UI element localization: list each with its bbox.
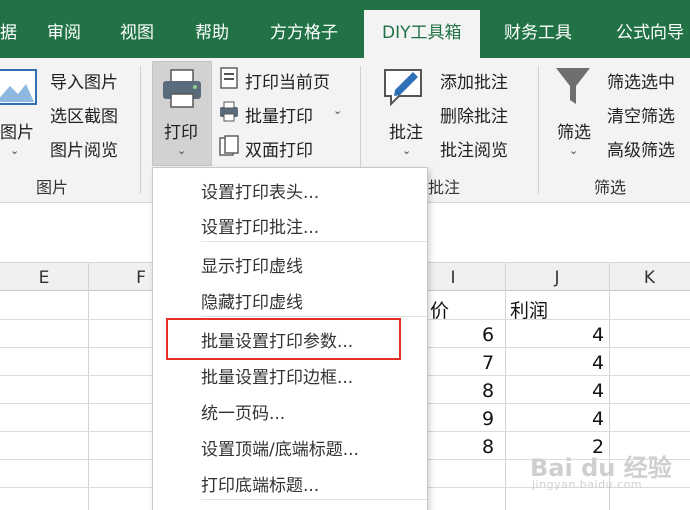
baidu-jingyan-watermark: Bai du 经验 jingyan.baidu.com [530, 448, 672, 491]
cell-header-profit[interactable]: 利润 [510, 296, 548, 323]
delete-comment-button[interactable]: 删除批注 [440, 102, 508, 127]
table-cell[interactable]: 8 [482, 380, 494, 402]
chevron-down-icon: ⌄ [569, 144, 579, 157]
filter-button[interactable]: 筛选 [557, 118, 591, 143]
advanced-filter-button[interactable]: 高级筛选 [607, 136, 675, 161]
chevron-down-icon: ⌄ [10, 144, 20, 157]
group-separator [538, 66, 539, 194]
tab-finance-tools[interactable]: 财务工具 [504, 0, 572, 58]
import-picture-icon [20, 68, 36, 84]
region-screenshot-button[interactable]: 选区截图 [50, 102, 118, 127]
menu-item-hide-print-lines[interactable]: 隐藏打印虚线 [201, 288, 303, 313]
duplex-print-button[interactable]: 双面打印 [245, 136, 313, 161]
table-cell[interactable]: 8 [482, 436, 494, 458]
menu-item-unify-page-numbers[interactable]: 统一页码... [201, 399, 285, 424]
column-header-i[interactable]: I [428, 263, 478, 291]
table-cell[interactable]: 4 [592, 352, 604, 374]
tab-diy-toolbox[interactable]: DIY工具箱 [364, 10, 480, 58]
tab-review[interactable]: 审阅 [47, 0, 81, 58]
menu-separator [201, 316, 427, 317]
add-comment-button[interactable]: 添加批注 [440, 68, 508, 93]
comment-icon [381, 64, 427, 110]
column-header-e[interactable]: E [0, 263, 88, 291]
table-cell[interactable]: 9 [482, 408, 494, 430]
table-cell[interactable]: 4 [592, 408, 604, 430]
chevron-down-icon[interactable]: ⌄ [333, 104, 342, 117]
filter-icon [553, 64, 593, 110]
comment-button[interactable]: 批注 [389, 118, 423, 143]
watermark-url: jingyan.baidu.com [532, 478, 643, 491]
import-picture-button[interactable]: 导入图片 [50, 68, 118, 93]
printer-icon [160, 68, 204, 110]
duplex-print-icon [219, 135, 239, 157]
cell-header-price[interactable]: 价 [430, 296, 449, 323]
comment-group-label: 批注 [428, 178, 461, 197]
column-header-j[interactable]: J [505, 263, 609, 291]
table-cell[interactable]: 6 [482, 324, 494, 346]
filter-group-label: 筛选 [594, 178, 627, 197]
comment-viewer-button[interactable]: 批注阅览 [440, 136, 508, 161]
menu-item-set-print-header[interactable]: 设置打印表头... [201, 178, 319, 203]
ribbon-tab-bar: 据 审阅 视图 帮助 方方格子 DIY工具箱 财务工具 公式向导 [0, 0, 690, 58]
menu-item-set-print-comments[interactable]: 设置打印批注... [201, 213, 319, 238]
tab-formula-wizard[interactable]: 公式向导 [616, 0, 684, 58]
column-header-k[interactable]: K [609, 263, 690, 291]
print-button-label: 打印 [164, 123, 198, 143]
batch-print-button[interactable]: 批量打印 [245, 102, 313, 127]
group-separator [140, 66, 141, 194]
table-cell[interactable]: 4 [592, 324, 604, 346]
menu-item-print-bottom-title[interactable]: 打印底端标题... [201, 471, 319, 496]
chevron-down-icon: ⌄ [402, 144, 412, 157]
chevron-down-icon: ⌄ [177, 144, 187, 157]
menu-item-show-print-lines[interactable]: 显示打印虚线 [201, 252, 303, 277]
table-cell[interactable]: 7 [482, 352, 494, 374]
menu-item-batch-print-borders[interactable]: 批量设置打印边框... [201, 363, 353, 388]
print-current-page-button[interactable]: 打印当前页 [245, 68, 330, 93]
menu-separator [201, 241, 427, 242]
print-page-icon [219, 67, 239, 89]
highlight-box [166, 318, 401, 360]
picture-group-label: 图片 [36, 178, 69, 197]
menu-separator [201, 499, 427, 500]
batch-print-icon [219, 101, 239, 123]
table-cell[interactable]: 4 [592, 380, 604, 402]
filter-selected-button[interactable]: 筛选选中 [607, 68, 675, 93]
tab-fangfang[interactable]: 方方格子 [270, 0, 338, 58]
clear-filter-button[interactable]: 清空筛选 [607, 102, 675, 127]
picture-button[interactable]: 图片 [0, 118, 34, 143]
menu-item-set-top-bottom-titles[interactable]: 设置顶端/底端标题... [201, 435, 359, 460]
picture-viewer-button[interactable]: 图片阅览 [50, 136, 118, 161]
tab-help[interactable]: 帮助 [195, 0, 229, 58]
tab-view[interactable]: 视图 [120, 0, 154, 58]
tab-data[interactable]: 据 [0, 0, 17, 58]
